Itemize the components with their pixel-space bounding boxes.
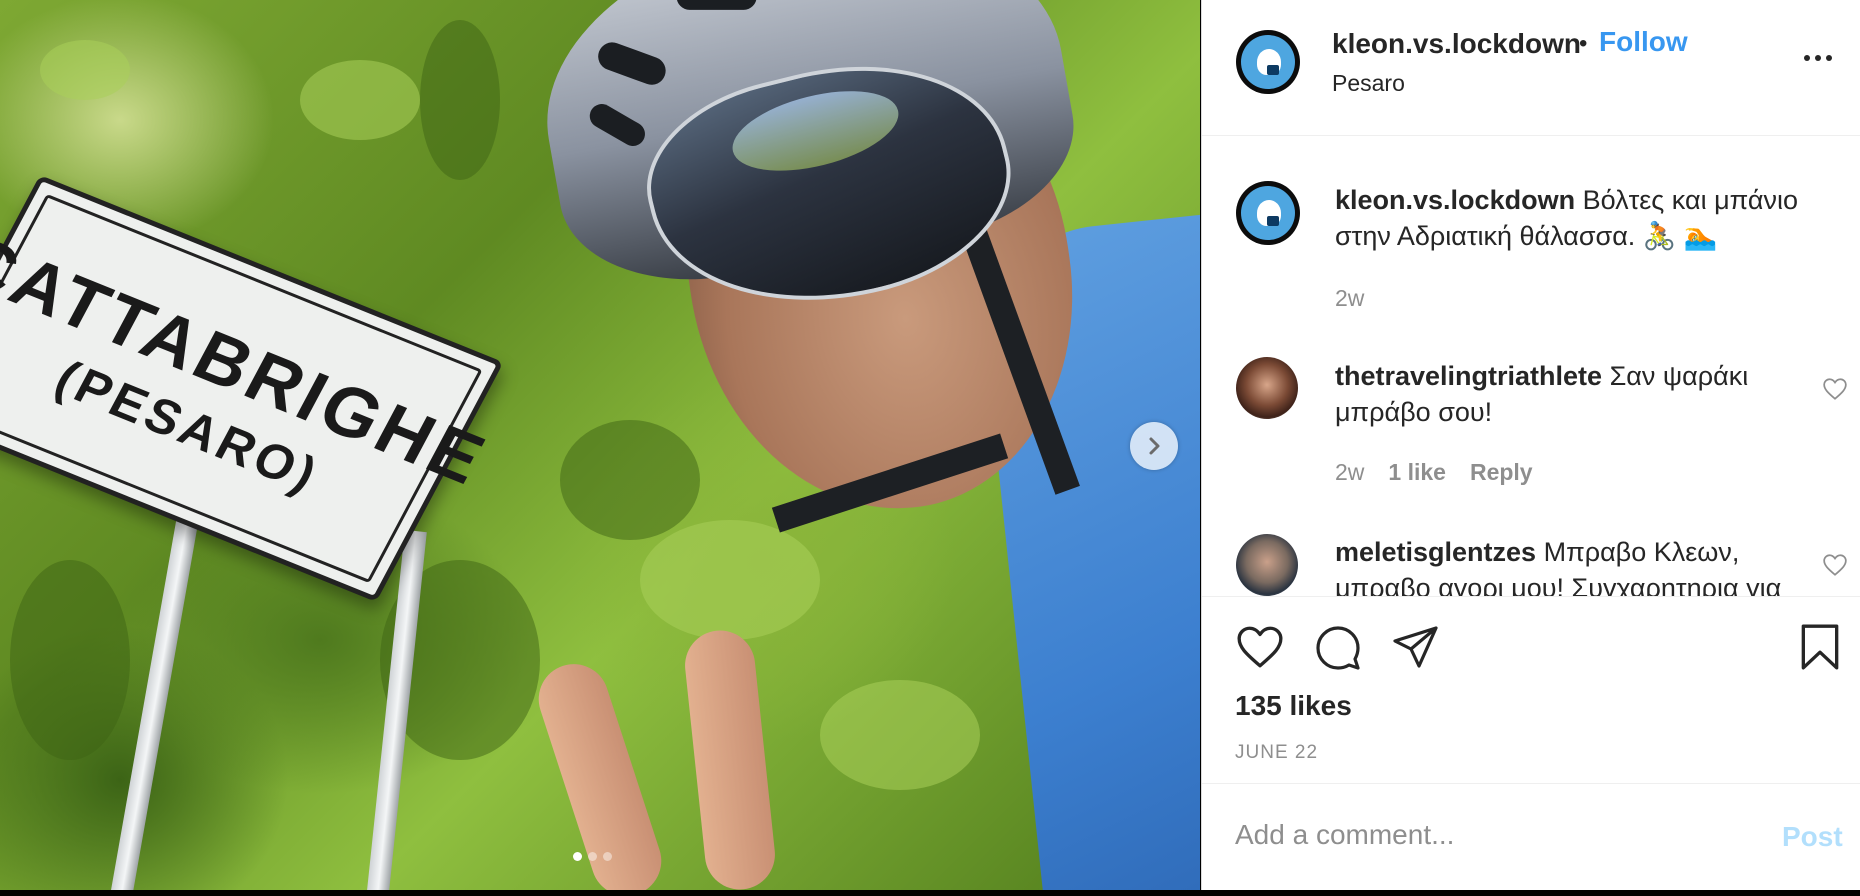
header-separator: • xyxy=(1579,30,1588,57)
header-username[interactable]: kleon.vs.lockdown xyxy=(1332,28,1581,60)
more-options-button[interactable] xyxy=(1804,55,1832,61)
caption-text: kleon.vs.lockdown Βόλτες και μπάνιο στην… xyxy=(1335,182,1805,254)
post-date[interactable]: JUNE 22 xyxy=(1235,742,1318,764)
comment-meta: 2w 1 like Reply xyxy=(1335,459,1533,486)
foliage-shadow xyxy=(10,560,130,760)
caption-timestamp[interactable]: 2w xyxy=(1335,285,1364,312)
caption-username[interactable]: kleon.vs.lockdown xyxy=(1335,185,1575,215)
like-comment-heart-icon[interactable] xyxy=(1822,377,1848,401)
avatar[interactable] xyxy=(1236,357,1298,419)
reply-button[interactable]: Reply xyxy=(1470,459,1533,486)
comment-text: meletisglentzes Μπραβο Κλεων, μπραβο αγο… xyxy=(1335,534,1805,596)
comment-username[interactable]: meletisglentzes xyxy=(1335,537,1536,567)
carousel-dot xyxy=(603,852,612,861)
foliage-highlight xyxy=(40,40,130,100)
foliage-highlight xyxy=(300,60,420,140)
comment-likes[interactable]: 1 like xyxy=(1388,459,1446,486)
avatar[interactable] xyxy=(1236,534,1298,596)
avatar[interactable] xyxy=(1236,181,1300,245)
foliage-shadow xyxy=(420,20,500,180)
post-header: kleon.vs.lockdown • Follow Pesaro xyxy=(1202,0,1860,136)
add-comment-input[interactable] xyxy=(1235,811,1755,859)
caption-meta: 2w xyxy=(1335,285,1364,312)
more-horizontal-icon xyxy=(1804,55,1810,61)
add-comment-bar: Post xyxy=(1202,785,1860,890)
post-photo[interactable]: CATTABRIGHE (PESARO) xyxy=(0,0,1200,890)
foliage-shadow xyxy=(560,420,700,540)
carousel-dot xyxy=(588,852,597,861)
likes-count[interactable]: 135 likes xyxy=(1235,690,1352,722)
foliage-highlight xyxy=(640,520,820,640)
comment-bubble-icon[interactable] xyxy=(1314,624,1362,672)
chevron-right-icon xyxy=(1149,437,1160,455)
comment-timestamp[interactable]: 2w xyxy=(1335,459,1364,486)
carousel-dot xyxy=(573,852,582,861)
follow-button[interactable]: Follow xyxy=(1599,26,1688,58)
comment-text: thetravelingtriathlete Σαν ψαράκι μπράβο… xyxy=(1335,358,1805,430)
carousel-next-button[interactable] xyxy=(1130,422,1178,470)
like-heart-icon[interactable] xyxy=(1235,624,1285,670)
peace-sign-finger xyxy=(681,627,779,890)
avatar[interactable] xyxy=(1236,30,1300,94)
like-comment-heart-icon[interactable] xyxy=(1822,553,1848,577)
carousel-indicator xyxy=(573,852,612,861)
post-side-panel: kleon.vs.lockdown • Follow Pesaro kleon.… xyxy=(1201,0,1860,890)
comment-username[interactable]: thetravelingtriathlete xyxy=(1335,361,1602,391)
share-paper-plane-icon[interactable] xyxy=(1392,624,1440,670)
location-link[interactable]: Pesaro xyxy=(1332,70,1405,97)
post-comment-button[interactable]: Post xyxy=(1782,821,1843,853)
save-bookmark-icon[interactable] xyxy=(1798,622,1842,672)
comments-list[interactable]: kleon.vs.lockdown Βόλτες και μπάνιο στην… xyxy=(1202,137,1860,597)
foliage-highlight xyxy=(820,680,980,790)
post-actions: 135 likes JUNE 22 xyxy=(1202,598,1860,784)
town-sign: CATTABRIGHE (PESARO) xyxy=(0,175,504,603)
